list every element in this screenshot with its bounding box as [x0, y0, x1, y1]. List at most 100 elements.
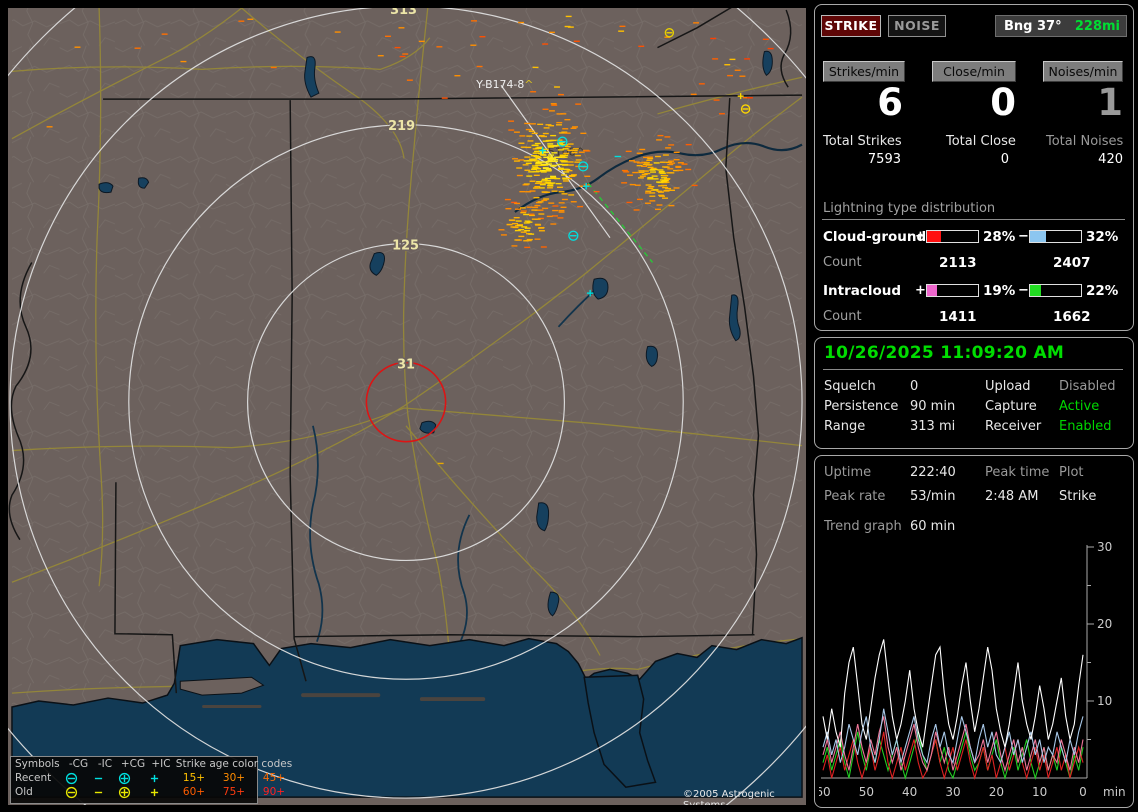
peak-time-label: Peak time — [985, 465, 1050, 480]
cg-plus-pct: 28% — [983, 229, 1016, 245]
upload-status: Disabled — [1059, 379, 1116, 394]
trend-graph-value: 60 min — [910, 519, 956, 534]
cg-plus-old-icon — [118, 786, 148, 799]
svg-text:125: 125 — [392, 239, 419, 254]
svg-text:30: 30 — [945, 785, 960, 799]
capture-label: Capture — [985, 399, 1037, 414]
ic-plus-recent-icon — [148, 772, 174, 785]
persistence-label: Persistence — [824, 399, 899, 414]
ic-minus-bar — [1029, 284, 1082, 297]
cg-minus-pct: 32% — [1086, 229, 1119, 245]
ic-minus-old-icon — [92, 786, 118, 799]
noises-per-min-value: 1 — [1097, 81, 1123, 124]
legend-col-cg-minus: -CG — [68, 758, 89, 770]
cg-minus-count: 2407 — [1053, 255, 1091, 271]
legend-recent-row: Recent 15+ 30+ 45+ — [11, 771, 285, 785]
plot-mode-value: Strike — [1059, 489, 1097, 504]
cg-minus-recent-icon — [65, 772, 92, 785]
svg-text:313: 313 — [390, 8, 417, 18]
svg-text:10: 10 — [1032, 785, 1047, 799]
range-label: Range — [824, 419, 866, 434]
strikes-per-min-label[interactable]: Strikes/min — [823, 61, 905, 82]
svg-text:min: min — [1103, 785, 1126, 799]
legend-col-ic-minus: -IC — [97, 758, 113, 770]
trend-panel: Uptime 222:40 Peak time Plot Peak rate 5… — [814, 455, 1134, 808]
ic-plus-count: 1411 — [939, 309, 977, 325]
svg-text:40: 40 — [902, 785, 917, 799]
cg-count-label: Count — [823, 255, 862, 270]
total-close-label: Total Close — [946, 134, 1016, 149]
trend-graph-label: Trend graph — [824, 519, 902, 534]
ic-plus-old-icon — [148, 786, 174, 799]
squelch-value: 0 — [910, 379, 919, 394]
total-strikes-label: Total Strikes — [823, 134, 902, 149]
ic-minus-count: 1662 — [1053, 309, 1091, 325]
svg-text:20: 20 — [1097, 617, 1112, 631]
age-code-90: 90+ — [262, 786, 286, 798]
minus-sign: − — [1018, 283, 1029, 298]
ic-minus-recent-icon — [92, 772, 118, 785]
age-code-60: 60+ — [182, 786, 206, 798]
total-close-value: 0 — [1000, 152, 1009, 167]
symbol-legend: Symbols -CG -IC +CG +IC Strike age color… — [10, 756, 292, 804]
cg-plus-count: 2113 — [939, 255, 977, 271]
legend-col-cg-plus: +CG — [120, 758, 146, 770]
cg-plus-recent-icon — [118, 772, 148, 785]
strike-stats-panel: STRIKE NOISE Bng 37° 228mi Strikes/min C… — [814, 4, 1134, 331]
svg-text:50: 50 — [859, 785, 874, 799]
uptime-label: Uptime — [824, 465, 872, 480]
capture-status: Active — [1059, 399, 1100, 414]
plus-sign: + — [915, 229, 926, 244]
age-code-45: 45+ — [262, 772, 286, 784]
minus-sign: − — [1018, 229, 1029, 244]
total-noises-label: Total Noises — [1046, 134, 1124, 149]
divider — [822, 219, 1125, 220]
legend-age-header: Strike age color codes — [175, 758, 293, 770]
squelch-label: Squelch — [824, 379, 876, 394]
plot-label: Plot — [1059, 465, 1084, 480]
persistence-value: 90 min — [910, 399, 956, 414]
receiver-status: Enabled — [1059, 419, 1112, 434]
peak-time-value: 2:48 AM — [985, 489, 1039, 504]
legend-recent-label: Recent — [15, 772, 52, 784]
svg-text:30: 30 — [1097, 540, 1112, 554]
bearing-range-display: Bng 37° 228mi — [995, 15, 1127, 37]
trend-graph: 10 20 30 60 50 40 30 20 10 0 min — [819, 540, 1126, 799]
divider — [823, 369, 1123, 370]
peak-rate-label: Peak rate — [824, 489, 886, 504]
close-per-min-value: 0 — [990, 81, 1016, 124]
storm-label-primary: Y-B174-8^ — [475, 78, 533, 91]
copyright-text: ©2005 Astrogenic Systems — [683, 789, 775, 805]
bearing-value: Bng 37° — [1004, 19, 1062, 34]
distribution-title: Lightning type distribution — [823, 201, 996, 216]
lightning-map[interactable]: 313 219 125 31 Y-B174-8^ G-5108^ Symbols… — [8, 8, 806, 805]
cg-plus-bar — [926, 230, 979, 243]
receiver-label: Receiver — [985, 419, 1042, 434]
strike-tab-button[interactable]: STRIKE — [821, 15, 881, 37]
svg-text:0: 0 — [1079, 785, 1087, 799]
range-value: 228mi — [1074, 19, 1120, 34]
total-strikes-value: 7593 — [867, 152, 901, 167]
noises-per-min-label[interactable]: Noises/min — [1043, 61, 1123, 82]
legend-symbols-header: Symbols — [15, 758, 60, 770]
total-noises-value: 420 — [1098, 152, 1123, 167]
svg-text:60: 60 — [819, 785, 831, 799]
intracloud-label: Intracloud — [823, 283, 902, 299]
legend-col-ic-plus: +IC — [151, 758, 171, 770]
ic-count-label: Count — [823, 309, 862, 324]
legend-old-label: Old — [15, 786, 33, 798]
upload-label: Upload — [985, 379, 1031, 394]
ic-plus-pct: 19% — [983, 283, 1016, 299]
svg-text:20: 20 — [989, 785, 1004, 799]
legend-header-row: Symbols -CG -IC +CG +IC Strike age color… — [11, 757, 292, 771]
close-per-min-label[interactable]: Close/min — [932, 61, 1016, 82]
noise-tab-button[interactable]: NOISE — [888, 15, 946, 37]
ic-plus-bar — [926, 284, 979, 297]
age-code-75: 75+ — [222, 786, 246, 798]
cg-minus-bar — [1029, 230, 1082, 243]
range-value: 313 mi — [910, 419, 956, 434]
cloud-ground-label: Cloud-ground — [823, 229, 927, 245]
peak-rate-value: 53/min — [910, 489, 956, 504]
legend-old-row: Old 60+ 75+ 90+ — [11, 785, 285, 799]
svg-text:31: 31 — [397, 357, 415, 372]
